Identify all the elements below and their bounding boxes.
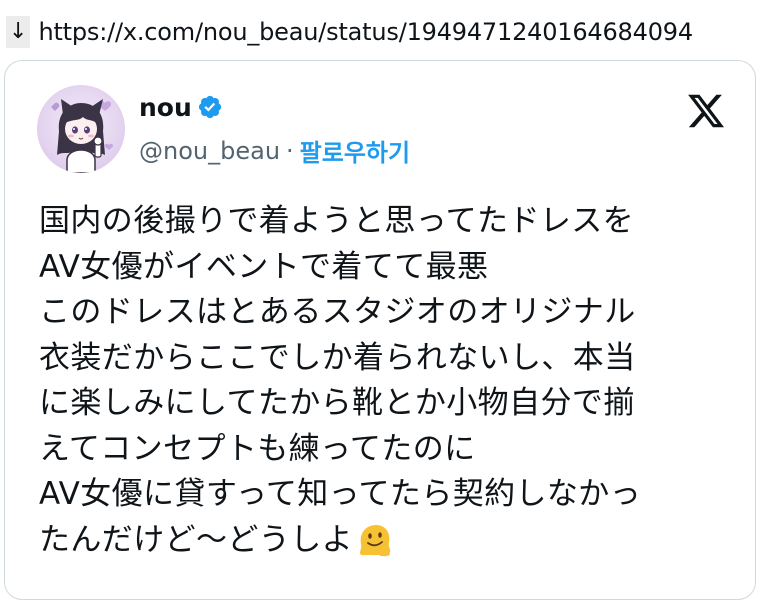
author-handle[interactable]: @nou_beau <box>139 137 280 165</box>
tweet-line: に楽しみにしてたから靴とか小物自分で揃 <box>39 385 635 421</box>
melting-face-emoji-icon <box>360 524 391 556</box>
author-name-row: nou <box>139 91 223 123</box>
tweet-line: 衣装だからここでしか着られないし、本当 <box>39 339 636 376</box>
tweet-last-line: たんだけど〜どうしよ <box>39 518 739 564</box>
x-logo-icon[interactable] <box>685 91 727 131</box>
follow-button[interactable]: 팔로우하기 <box>300 133 410 168</box>
verified-badge-icon <box>198 95 221 119</box>
tweet-card: nou @nou_beau · 팔로우하기 国内の後撮りで着ようと思ってたドレス… <box>4 60 756 600</box>
status-url[interactable]: https://x.com/nou_beau/status/1949471240… <box>38 18 693 46</box>
avatar-illustration-icon <box>51 99 113 173</box>
tweet-line: たんだけど〜どうしよ <box>39 521 353 558</box>
tweet-line: えてコンセプトも練ってたのに <box>39 430 476 467</box>
tweet-text: 国内の後撮りで着ようと思ってたドレスを AV女優がイベントで着てて最悪このドレスは… <box>39 199 739 563</box>
author-name[interactable]: nou <box>139 93 192 122</box>
tweet-line: AV女優がイベントで着てて最悪 <box>39 248 489 285</box>
tweet-line: このドレスはとあるスタジオのオリジナル <box>39 294 636 330</box>
tweet-line: 国内の後撮りで着ようと思ってたドレスを <box>39 203 635 239</box>
tweet-line: AV女優に貸すって知ってたら契約しなかっ <box>39 476 642 512</box>
handle-row: @nou_beau · 팔로우하기 <box>139 133 410 168</box>
download-arrow-icon: ↓ <box>6 16 31 48</box>
avatar[interactable] <box>37 85 125 173</box>
url-bar: ↓ https://x.com/nou_beau/status/19494712… <box>6 14 693 50</box>
separator: · <box>286 136 294 165</box>
